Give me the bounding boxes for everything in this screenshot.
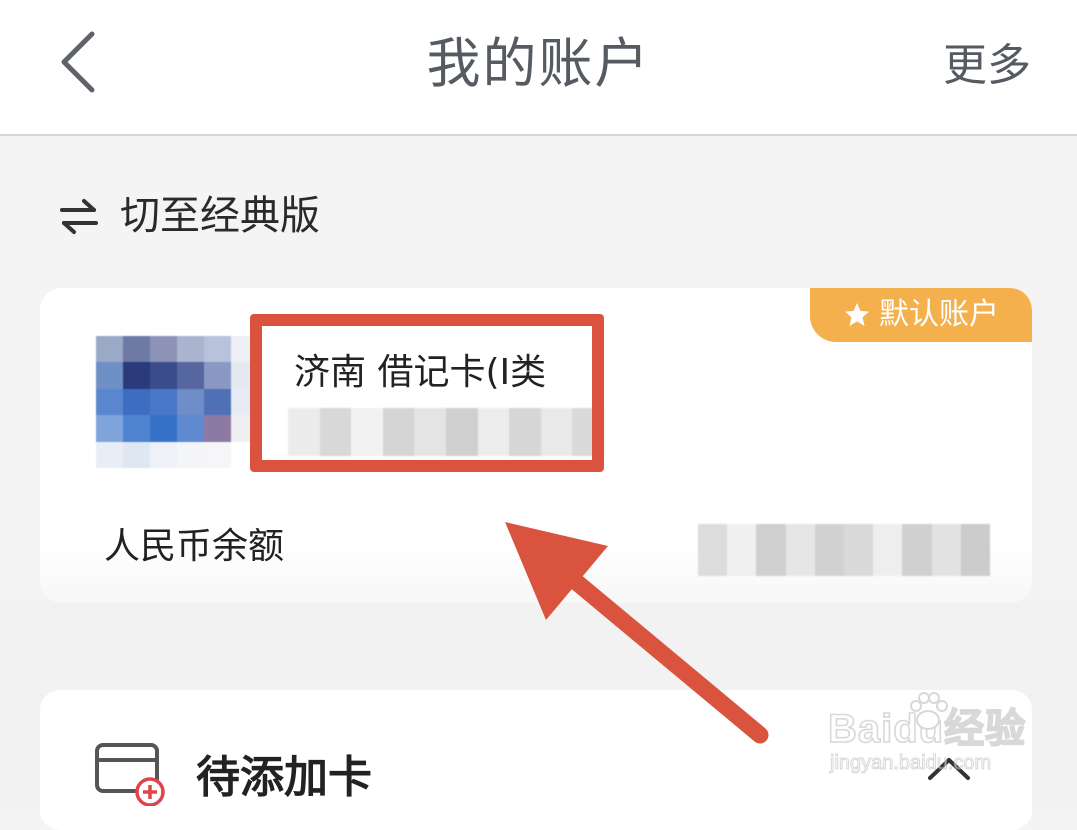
pending-cards-title: 待添加卡 [196,752,372,803]
top-nav-bar: 我的账户 更多 [0,0,1077,136]
pending-cards-section: 待添加卡 [40,690,1032,830]
default-account-badge: 默认账户 [810,288,1032,342]
page-title: 我的账户 [426,32,651,95]
default-account-label: 默认账户 [879,297,999,332]
more-button[interactable]: 更多 [943,38,1031,94]
balance-label: 人民币余额 [104,526,285,567]
account-card[interactable]: 默认账户 济南 借记卡(I类 人民币余额 [40,288,1032,603]
switch-classic-label: 切至经典版 [120,193,320,239]
chevron-up-icon [928,758,970,780]
bank-logo-pixelated [96,336,258,468]
card-name: 济南 借记卡(I类 [294,352,547,393]
switch-classic-button[interactable]: 切至经典版 [58,186,320,246]
card-number-masked [288,408,604,456]
swap-arrows-icon [58,196,100,236]
card-add-icon [94,742,168,807]
collapse-button[interactable] [924,748,974,788]
star-icon [843,301,871,329]
balance-value-masked [698,524,991,576]
